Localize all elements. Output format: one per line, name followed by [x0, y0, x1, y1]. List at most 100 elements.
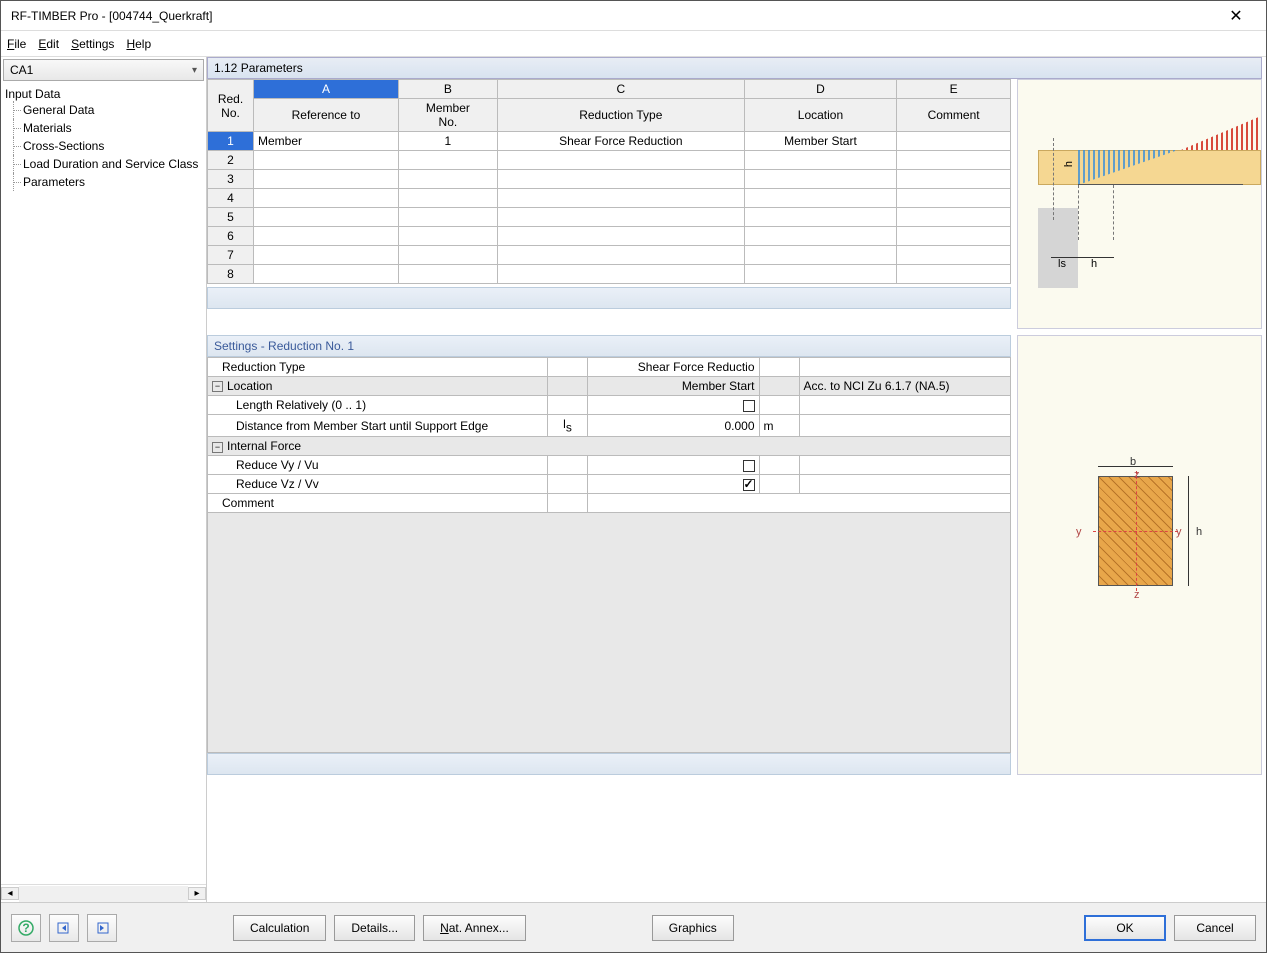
prev-icon[interactable] — [49, 914, 79, 942]
settings-title: Settings - Reduction No. 1 — [207, 335, 1011, 357]
nat-annex-button[interactable]: Nat. Annex... — [423, 915, 526, 941]
scroll-track[interactable] — [19, 886, 188, 902]
menu-file[interactable]: File — [7, 37, 26, 51]
diagram-shear: ls h h — [1017, 79, 1262, 329]
parameters-table-wrap: Red.No. A B C D E Reference to MemberNo.… — [207, 79, 1011, 329]
tree-item-general[interactable]: General Data — [5, 101, 202, 119]
sub-E: Comment — [897, 99, 1011, 132]
cancel-button[interactable]: Cancel — [1174, 915, 1256, 941]
scroll-right-icon[interactable]: ▸ — [188, 887, 206, 900]
svg-text:?: ? — [22, 921, 29, 935]
section-title: 1.12 Parameters — [207, 57, 1262, 79]
diag1-h2-label: h — [1063, 161, 1075, 167]
menu-help[interactable]: Help — [126, 37, 151, 51]
close-icon[interactable]: ✕ — [1216, 6, 1256, 26]
prop-distance-sym: ls — [548, 415, 588, 437]
left-panel: CA1 ▾ Input Data General Data Materials … — [1, 57, 207, 902]
prop-distance: Distance from Member Start until Support… — [208, 415, 548, 437]
prop-group-location[interactable]: −Location Member Start Acc. to NCI Zu 6.… — [208, 377, 1011, 396]
next-icon[interactable] — [87, 914, 117, 942]
tree-item-cross-sections[interactable]: Cross-Sections — [5, 137, 202, 155]
col-red-no: Red.No. — [208, 80, 254, 132]
prop-distance-unit: m — [759, 415, 799, 437]
tree-item-load-duration[interactable]: Load Duration and Service Class — [5, 155, 202, 173]
prop-reduction-type: Reduction Type — [208, 358, 548, 377]
left-scrollbar[interactable]: ◂ ▸ — [1, 884, 206, 902]
ok-button[interactable]: OK — [1084, 915, 1166, 941]
reduce-vy-checkbox[interactable] — [743, 460, 755, 472]
prop-row[interactable]: Reduce Vy / Vu — [208, 456, 1011, 475]
upper-statusbar — [207, 287, 1011, 309]
row-num[interactable]: 1 — [208, 132, 254, 151]
settings-table[interactable]: Reduction Type Shear Force Reductio −Loc… — [207, 357, 1011, 513]
sub-C: Reduction Type — [497, 99, 744, 132]
chevron-down-icon: ▾ — [192, 65, 197, 76]
table-row[interactable]: 4 — [208, 189, 1011, 208]
prop-distance-val[interactable]: 0.000 — [588, 415, 760, 437]
cell-location[interactable]: Member Start — [744, 132, 896, 151]
prop-row[interactable]: Reduction Type Shear Force Reductio — [208, 358, 1011, 377]
case-select-value: CA1 — [10, 63, 33, 77]
prop-row[interactable]: Length Relatively (0 .. 1) — [208, 396, 1011, 415]
collapse-icon[interactable]: − — [212, 381, 223, 392]
tree-root[interactable]: Input Data — [5, 87, 202, 101]
col-D[interactable]: D — [744, 80, 896, 99]
prop-row[interactable]: Comment — [208, 494, 1011, 513]
prop-group-internal-force[interactable]: −Internal Force — [208, 437, 1011, 456]
prop-row[interactable]: Reduce Vz / Vv — [208, 475, 1011, 494]
col-A[interactable]: A — [254, 80, 399, 99]
menu-edit[interactable]: Edit — [38, 37, 59, 51]
tree-item-materials[interactable]: Materials — [5, 119, 202, 137]
prop-comment-val[interactable] — [588, 494, 1011, 513]
lower-statusbar — [207, 753, 1011, 775]
col-E[interactable]: E — [897, 80, 1011, 99]
table-row[interactable]: 2 — [208, 151, 1011, 170]
diag1-ls-label: ls — [1058, 258, 1066, 270]
table-row[interactable]: 8 — [208, 265, 1011, 284]
table-row[interactable]: 3 — [208, 170, 1011, 189]
diag2-z-bottom: z — [1134, 589, 1140, 601]
length-rel-checkbox[interactable] — [743, 400, 755, 412]
footer: ? Calculation Details... Nat. Annex... G… — [1, 902, 1266, 952]
settings-panel: Settings - Reduction No. 1 Reduction Typ… — [207, 335, 1011, 775]
prop-row[interactable]: Distance from Member Start until Support… — [208, 415, 1011, 437]
table-row[interactable]: 1 Member 1 Shear Force Reduction Member … — [208, 132, 1011, 151]
sub-A: Reference to — [254, 99, 399, 132]
menu-settings[interactable]: Settings — [71, 37, 114, 51]
prop-length-rel: Length Relatively (0 .. 1) — [208, 396, 548, 415]
reduce-vz-checkbox[interactable] — [743, 479, 755, 491]
parameters-table[interactable]: Red.No. A B C D E Reference to MemberNo.… — [207, 79, 1011, 284]
details-button[interactable]: Details... — [334, 915, 415, 941]
cell-member-no[interactable]: 1 — [398, 132, 497, 151]
sub-D: Location — [744, 99, 896, 132]
cell-reduction-type[interactable]: Shear Force Reduction — [497, 132, 744, 151]
prop-reduction-type-val[interactable]: Shear Force Reductio — [588, 358, 760, 377]
tree-item-parameters[interactable]: Parameters — [5, 173, 202, 191]
prop-reduce-vz: Reduce Vz / Vv — [208, 475, 548, 494]
case-select[interactable]: CA1 ▾ — [3, 59, 204, 81]
right-panel: 1.12 Parameters Red.No. A B C D E Refere… — [207, 57, 1266, 902]
table-row[interactable]: 7 — [208, 246, 1011, 265]
scroll-left-icon[interactable]: ◂ — [1, 887, 19, 900]
cell-comment[interactable] — [897, 132, 1011, 151]
prop-location-note: Acc. to NCI Zu 6.1.7 (NA.5) — [799, 377, 1011, 396]
table-row[interactable]: 5 — [208, 208, 1011, 227]
prop-location-val[interactable]: Member Start — [588, 377, 760, 396]
diagram-section: b h y y z z — [1017, 335, 1262, 775]
graphics-button[interactable]: Graphics — [652, 915, 734, 941]
diag2-y-left: y — [1076, 526, 1082, 538]
calculation-button[interactable]: Calculation — [233, 915, 326, 941]
table-row[interactable]: 6 — [208, 227, 1011, 246]
nav-tree: Input Data General Data Materials Cross-… — [1, 83, 206, 884]
col-C[interactable]: C — [497, 80, 744, 99]
diag1-h-label: h — [1091, 258, 1097, 270]
collapse-icon[interactable]: − — [212, 442, 223, 453]
settings-fill — [207, 513, 1011, 753]
cell-reference[interactable]: Member — [254, 132, 399, 151]
col-B[interactable]: B — [398, 80, 497, 99]
window-title: RF-TIMBER Pro - [004744_Querkraft] — [11, 9, 1216, 23]
diag2-y-right: y — [1176, 526, 1182, 538]
menubar: File Edit Settings Help — [1, 31, 1266, 57]
help-icon[interactable]: ? — [11, 914, 41, 942]
prop-reduce-vy: Reduce Vy / Vu — [208, 456, 548, 475]
